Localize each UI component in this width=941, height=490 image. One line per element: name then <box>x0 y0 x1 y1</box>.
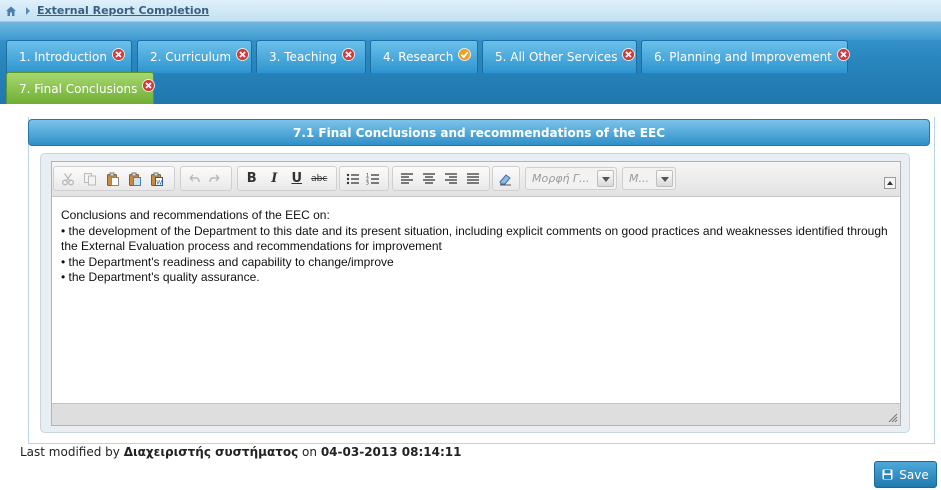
content-line: • the development of the Department to t… <box>61 223 888 254</box>
tab-curriculum[interactable]: 2. Curriculum <box>137 40 252 73</box>
numbered-list-icon[interactable]: 123 <box>364 169 381 189</box>
content-line: • the Department's quality assurance. <box>61 270 260 284</box>
error-icon <box>836 47 850 61</box>
error-icon <box>342 47 355 61</box>
section-title: 7.1 Final Conclusions and recommendation… <box>28 119 930 146</box>
chevron-down-icon <box>597 170 614 187</box>
error-icon <box>236 47 249 61</box>
svg-text:3: 3 <box>366 180 369 186</box>
paste-word-icon[interactable]: W <box>148 169 167 189</box>
clipboard-group: W <box>53 166 175 191</box>
tab-introduction[interactable]: 1. Introduction <box>6 40 132 73</box>
resize-grip-icon[interactable] <box>886 411 898 423</box>
tab-all-other-services[interactable]: 5. All Other Services <box>482 40 637 73</box>
tab-final-conclusions[interactable]: 7. Final Conclusions <box>6 72 156 104</box>
last-modified-info: Last modified by Διαχειριστής συστήματος… <box>20 445 462 459</box>
breadcrumb: External Report Completion <box>0 0 941 22</box>
tab-planning-and-improvement[interactable]: 6. Planning and Improvement <box>641 40 850 73</box>
underline-icon[interactable]: U <box>287 169 307 189</box>
undo-icon[interactable] <box>185 169 203 189</box>
tab-strip: 1. Introduction 2. Curriculum 3. Teachin… <box>0 22 941 104</box>
paste-text-icon[interactable] <box>125 169 144 189</box>
align-center-icon[interactable] <box>419 169 438 189</box>
list-group: 123 <box>339 166 389 191</box>
tab-research[interactable]: 4. Research <box>370 40 478 73</box>
bold-icon[interactable]: B <box>242 169 262 189</box>
last-modified-date: 04-03-2013 08:14:11 <box>320 445 462 459</box>
eraser-icon[interactable] <box>497 169 512 189</box>
tab-teaching[interactable]: 3. Teaching <box>256 40 366 73</box>
error-icon <box>142 79 156 92</box>
font-size-select[interactable]: Μ... <box>622 167 676 190</box>
history-group <box>180 166 232 191</box>
chevron-down-icon <box>656 170 673 187</box>
check-icon <box>458 47 472 61</box>
cut-icon[interactable] <box>58 169 77 189</box>
error-icon <box>112 47 125 61</box>
bullet-list-icon[interactable] <box>344 169 361 189</box>
save-button[interactable]: Save <box>874 461 937 488</box>
remove-format-group <box>492 166 520 191</box>
content-line: • the Department's readiness and capabil… <box>61 254 394 269</box>
editor-statusbar <box>52 403 900 425</box>
format-select[interactable]: Μορφή Γ... <box>525 167 617 190</box>
align-justify-icon[interactable] <box>463 169 482 189</box>
rich-text-editor[interactable]: W B I U abc 123 Μορφή Γ... Μ... Conclusi… <box>51 161 901 426</box>
align-left-icon[interactable] <box>397 169 416 189</box>
svg-text:W: W <box>157 179 163 186</box>
editor-content[interactable]: Conclusions and recommendations of the E… <box>61 208 891 286</box>
error-icon <box>622 47 636 61</box>
redo-icon[interactable] <box>206 169 224 189</box>
italic-icon[interactable]: I <box>265 169 285 189</box>
home-icon[interactable] <box>5 5 17 17</box>
copy-icon[interactable] <box>80 169 99 189</box>
text-style-group: B I U abc <box>237 166 337 191</box>
content-line: Conclusions and recommendations of the E… <box>61 208 330 222</box>
breadcrumb-separator-icon <box>26 6 30 15</box>
align-right-icon[interactable] <box>441 169 460 189</box>
last-modified-user: Διαχειριστής συστήματος <box>123 445 299 459</box>
breadcrumb-link-external-report[interactable]: External Report Completion <box>37 4 209 17</box>
collapse-toolbar-icon[interactable] <box>884 177 896 189</box>
alignment-group <box>392 166 490 191</box>
floppy-disk-icon <box>882 469 893 480</box>
strikethrough-icon[interactable]: abc <box>310 169 330 189</box>
editor-toolbar: W B I U abc 123 Μορφή Γ... Μ... <box>52 162 900 197</box>
paste-icon[interactable] <box>103 169 122 189</box>
